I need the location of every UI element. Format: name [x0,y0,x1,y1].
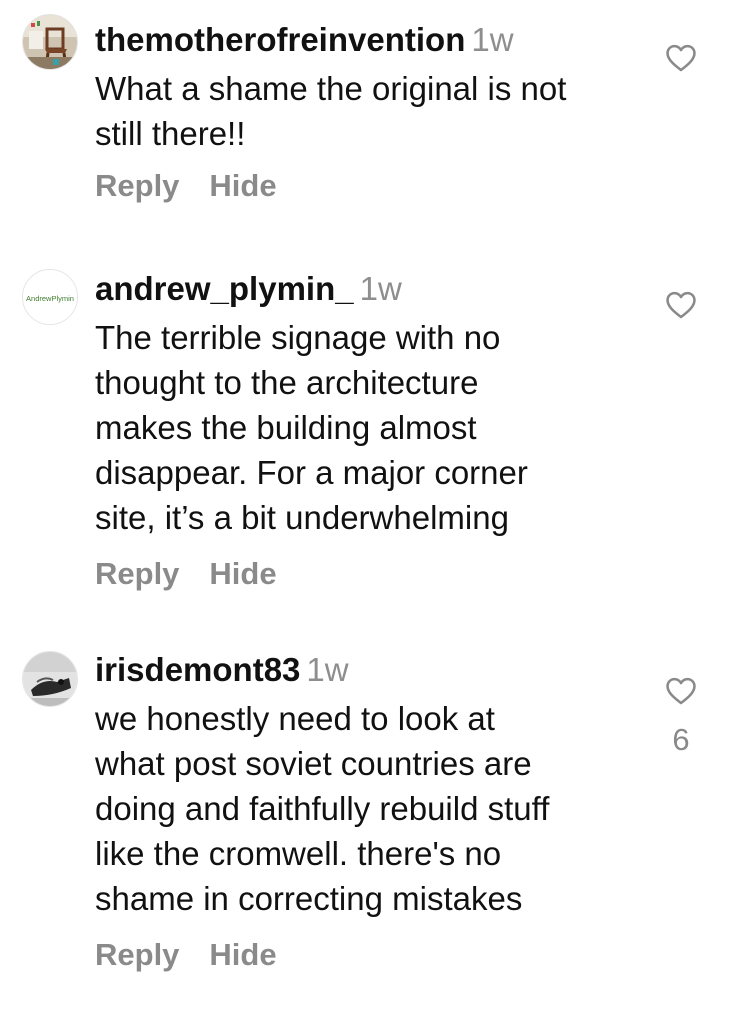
comment-item: AndrewPlymin andrew_plymin_ 1w The terrib… [0,250,730,620]
avatar[interactable]: AndrewPlymin [22,269,78,325]
comment-actions: Reply Hide [95,935,655,975]
reply-button[interactable]: Reply [95,937,179,972]
avatar-logo-icon: AndrewPlymin [23,270,77,324]
avatar[interactable] [22,651,78,707]
comment-item: themotherofreinvention 1w What a shame th… [0,0,730,230]
hide-button[interactable]: Hide [209,556,276,591]
like-count: 6 [672,722,690,757]
comment-actions: Reply Hide [95,166,655,206]
comment-text: we honestly need to look at what post so… [95,700,550,917]
comment-item: irisdemont83 1w we honestly need to look … [0,636,730,1024]
comment-actions: Reply Hide [95,554,655,594]
timestamp: 1w [471,21,514,58]
username-link[interactable]: irisdemont83 [95,651,300,688]
hide-button[interactable]: Hide [209,168,276,203]
hide-button[interactable]: Hide [209,937,276,972]
comment-text: What a shame the original is not still t… [95,70,567,152]
username-link[interactable]: themotherofreinvention [95,21,465,58]
heart-icon[interactable] [664,674,698,708]
comment-header: themotherofreinvention 1w [95,20,655,60]
timestamp: 1w [306,651,349,688]
heart-icon[interactable] [664,41,698,75]
comment-header: irisdemont83 1w [95,650,655,690]
comment-header: andrew_plymin_ 1w [95,269,655,309]
reply-button[interactable]: Reply [95,168,179,203]
timestamp: 1w [359,270,402,307]
comment-text: The terrible signage with no thought to … [95,319,528,536]
avatar-logo-text: AndrewPlymin [26,294,74,303]
avatar-chair-photo-icon [23,15,77,69]
reply-button[interactable]: Reply [95,556,179,591]
avatar[interactable] [22,14,78,70]
avatar-grey-photo-icon [23,652,77,706]
heart-icon[interactable] [664,288,698,322]
username-link[interactable]: andrew_plymin_ [95,270,354,307]
